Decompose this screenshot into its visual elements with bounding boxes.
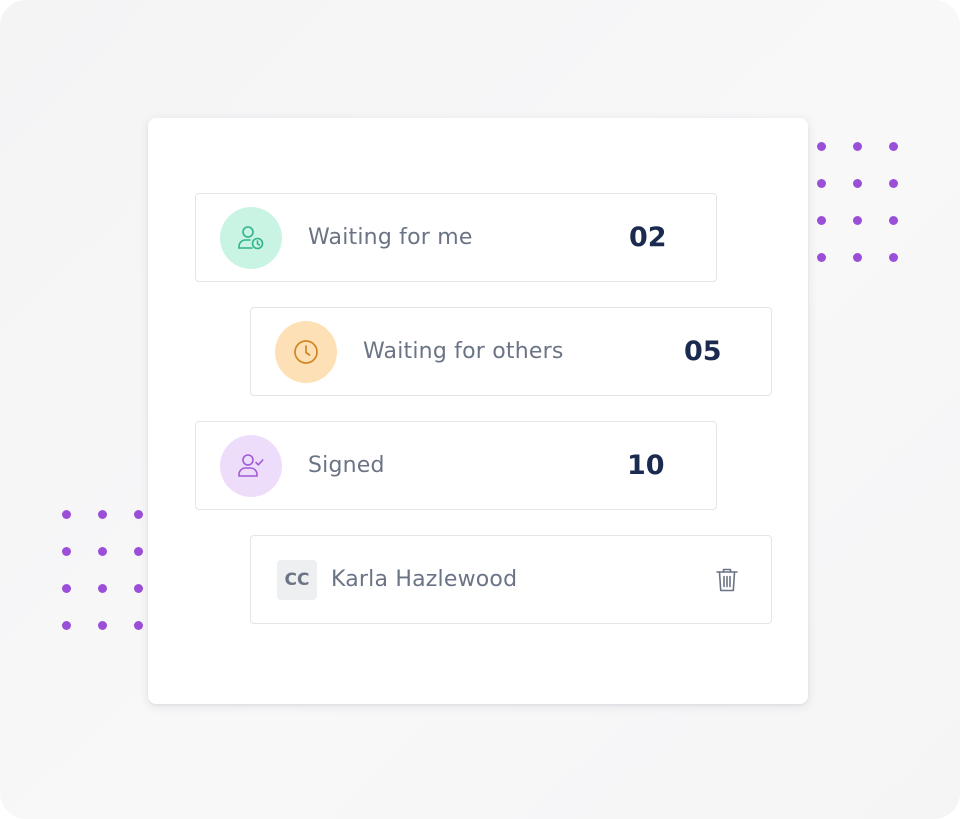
user-clock-icon	[220, 207, 282, 269]
status-row-waiting-for-me[interactable]: Waiting for me 02	[195, 193, 717, 282]
status-label: Waiting for others	[363, 339, 564, 364]
status-row-waiting-for-others[interactable]: Waiting for others 05	[250, 307, 772, 396]
cc-badge: CC	[277, 560, 317, 600]
document-status-card: Waiting for me 02 Waiting for others 05	[148, 118, 808, 704]
user-check-icon	[220, 435, 282, 497]
status-label: Waiting for me	[308, 225, 473, 250]
recipient-name: Karla Hazlewood	[331, 567, 518, 592]
status-count: 05	[684, 336, 722, 367]
decorative-dots-bottom-left	[62, 510, 143, 630]
status-label: Signed	[308, 453, 385, 478]
recipient-row: CC Karla Hazlewood	[250, 535, 772, 624]
status-count: 02	[629, 222, 667, 253]
status-count: 10	[627, 450, 665, 481]
background: Waiting for me 02 Waiting for others 05	[0, 0, 960, 819]
status-row-signed[interactable]: Signed 10	[195, 421, 717, 510]
decorative-dots-top-right	[817, 142, 898, 262]
clock-icon	[275, 321, 337, 383]
trash-icon[interactable]	[715, 567, 739, 593]
